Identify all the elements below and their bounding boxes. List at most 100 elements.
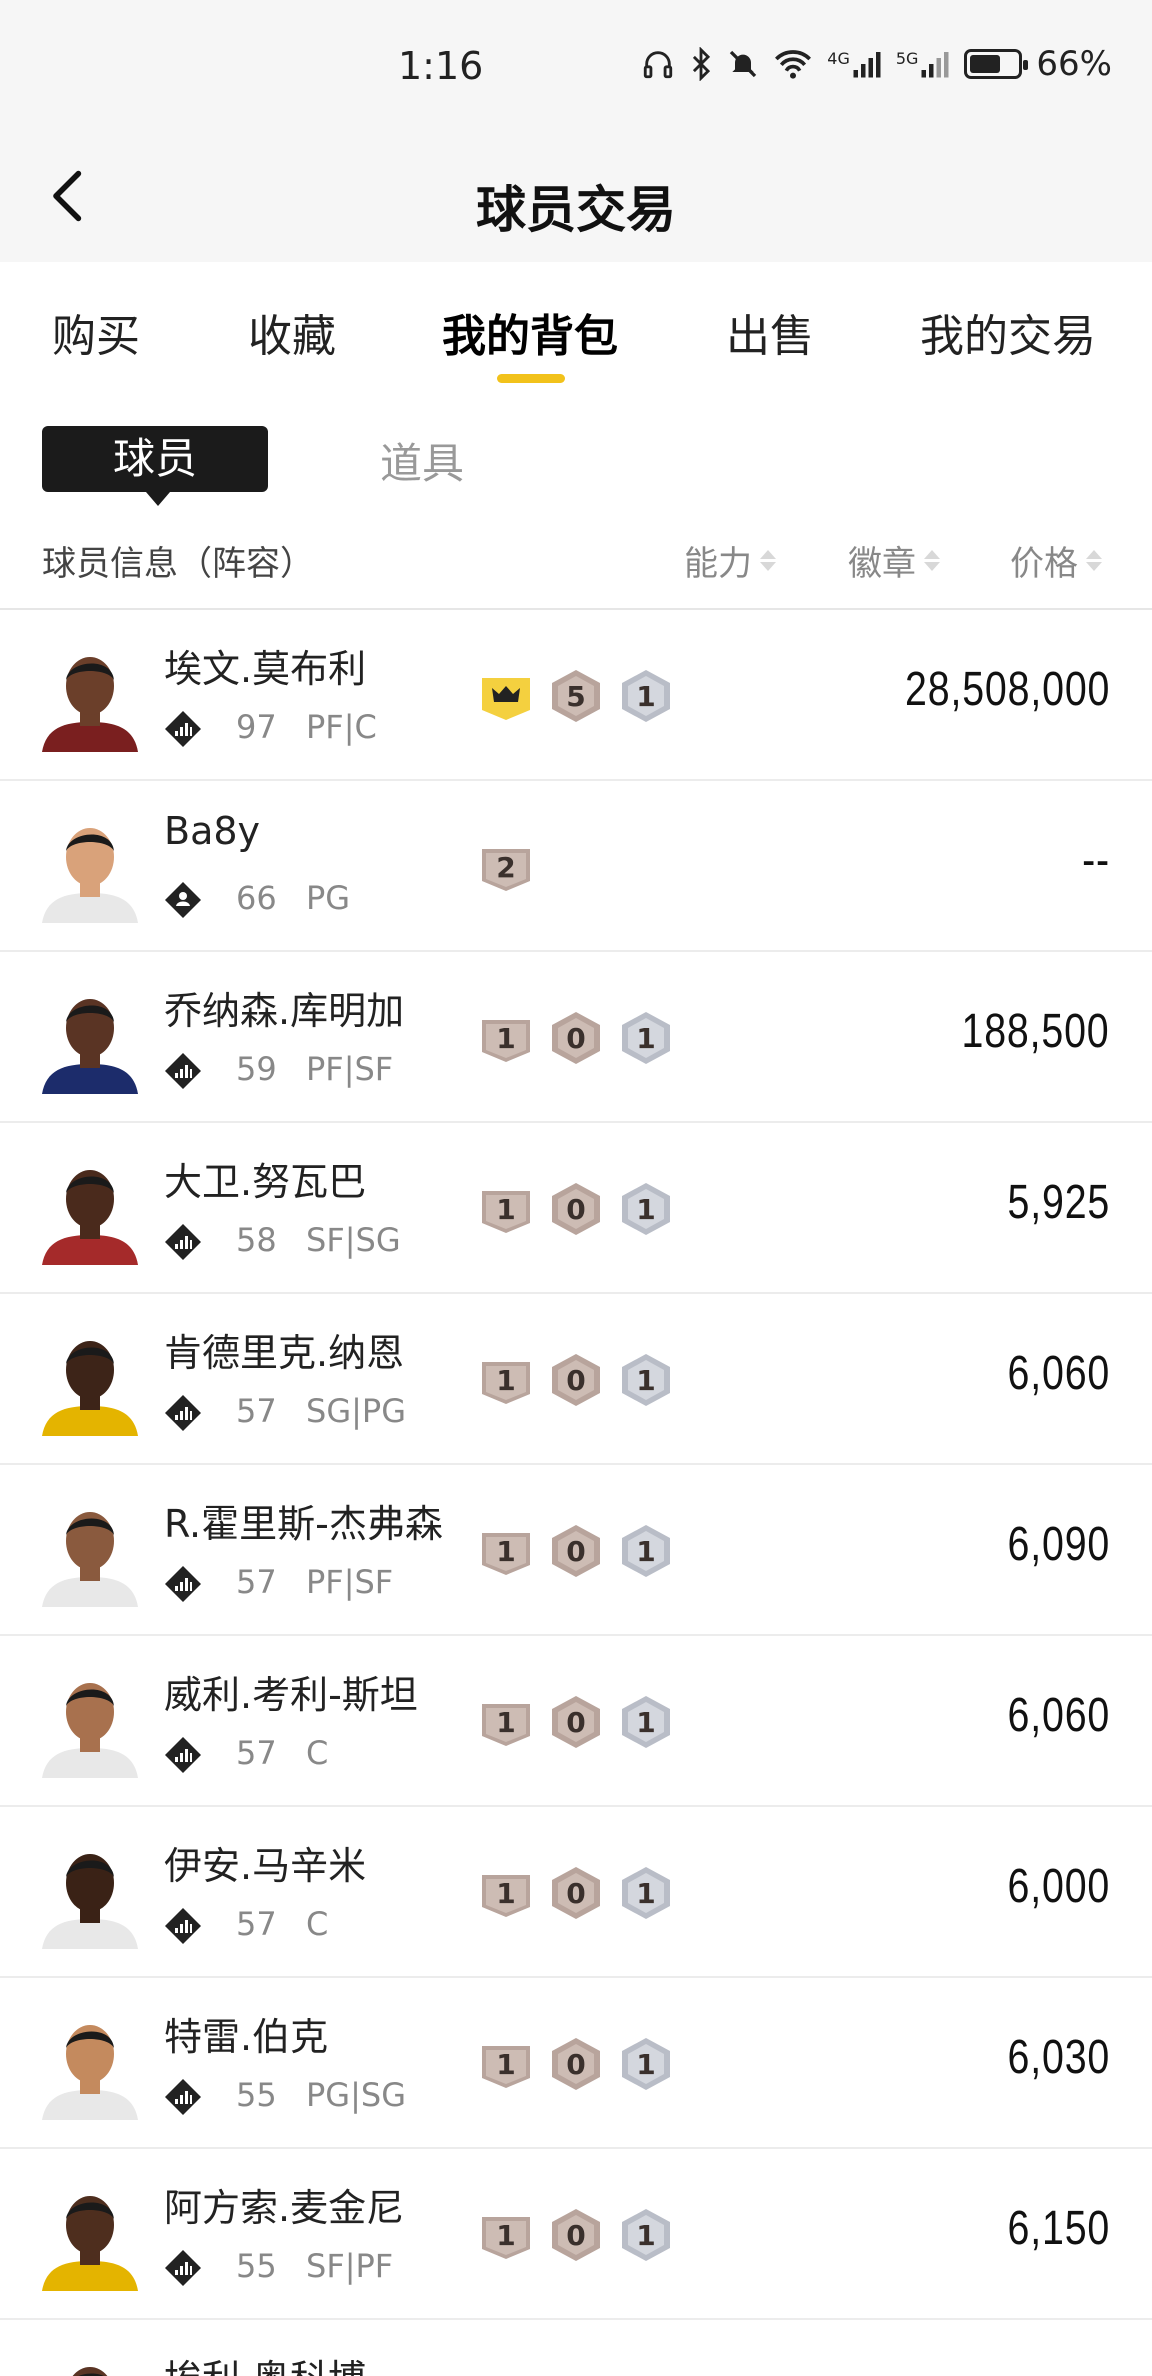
segment-player[interactable]: 球员	[42, 426, 268, 506]
diamond-bars-icon	[164, 1223, 202, 1261]
sort-arrows-icon	[1086, 550, 1102, 571]
segment-item[interactable]: 道具	[380, 430, 464, 491]
player-price: 6,090	[1007, 1518, 1110, 1571]
silver-hexagon-badge-icon: 1	[618, 2034, 674, 2094]
tab-my-backpack[interactable]: 我的背包	[442, 300, 618, 364]
player-row[interactable]: 威利.考利-斯坦 57 C 1 0 1 6,060	[0, 1636, 1152, 1807]
player-price: 6,060	[1007, 1689, 1110, 1742]
diamond-bars-icon	[164, 2249, 202, 2287]
player-rating: 66	[236, 879, 277, 917]
player-position: SF|PF	[306, 2247, 394, 2285]
badge-count: 1	[496, 1364, 516, 1397]
badge-count: 5	[566, 680, 586, 713]
silver-hexagon-badge-icon: 1	[618, 1008, 674, 1068]
badge-count: 2	[496, 851, 516, 884]
player-row[interactable]: 肯德里克.纳恩 57 SG|PG 1 0 1 6,060	[0, 1294, 1152, 1465]
badge-count: 1	[636, 1193, 656, 1226]
player-name: 特雷.伯克	[164, 2015, 329, 2059]
diamond-bars-icon	[164, 710, 202, 748]
player-row[interactable]: 伊安.马辛米 57 C 1 0 1 6,000	[0, 1807, 1152, 1978]
player-price: 5,925	[1007, 1176, 1110, 1229]
shield-badge-icon: 1	[478, 2205, 534, 2265]
player-row[interactable]: 埃文.莫布利 97 PF|C 5 1 28,508,000	[0, 610, 1152, 781]
bronze-hexagon-badge-icon: 0	[548, 1521, 604, 1581]
badge-count: 1	[496, 1535, 516, 1568]
player-name: R.霍里斯-杰弗森	[164, 1502, 443, 1546]
player-row[interactable]: Ba8y 66 PG 2 --	[0, 781, 1152, 952]
silver-hexagon-badge-icon: 1	[618, 1350, 674, 1410]
player-position: PF|SF	[306, 1050, 394, 1088]
player-avatar	[42, 1672, 138, 1778]
badge-group: 1 0 1	[478, 2205, 674, 2265]
tab-bar: 购买 收藏 我的背包 出售 我的交易	[0, 262, 1152, 402]
badge-count: 0	[566, 2219, 586, 2252]
sort-ability[interactable]: 能力	[684, 536, 776, 585]
diamond-bars-icon	[164, 2078, 202, 2116]
badge-count: 0	[566, 1364, 586, 1397]
player-rating: 59	[236, 1050, 277, 1088]
signal-4g-icon: 4G	[827, 49, 882, 79]
player-name: 阿方索.麦金尼	[164, 2186, 405, 2230]
shield-badge-icon: 1	[478, 2034, 534, 2094]
player-rating: 57	[236, 1905, 277, 1943]
tab-favorites[interactable]: 收藏	[248, 300, 336, 364]
badge-count: 0	[566, 1706, 586, 1739]
tab-sell[interactable]: 出售	[726, 300, 814, 364]
player-row[interactable]: 埃利.奥科博	[0, 2320, 1152, 2376]
tab-my-trades[interactable]: 我的交易	[920, 300, 1096, 364]
player-rating: 55	[236, 2076, 277, 2114]
player-row[interactable]: 大卫.努瓦巴 58 SF|SG 1 0 1 5,925	[0, 1123, 1152, 1294]
sort-arrows-icon	[760, 550, 776, 571]
player-position: C	[306, 1734, 329, 1772]
sort-arrows-icon	[924, 550, 940, 571]
badge-count: 1	[496, 2048, 516, 2081]
network-5g-label: 5G	[895, 49, 919, 68]
badge-count: 1	[496, 1706, 516, 1739]
badge-group: 51	[478, 666, 674, 726]
diamond-bars-icon	[164, 1052, 202, 1090]
status-icons: 4G 5G 66%	[641, 44, 1112, 84]
player-name: 大卫.努瓦巴	[164, 1160, 367, 1204]
badge-group: 1 0 1	[478, 1350, 674, 1410]
player-row[interactable]: 特雷.伯克 55 PG|SG 1 0 1 6,030	[0, 1978, 1152, 2149]
player-name: 乔纳森.库明加	[164, 989, 405, 1033]
player-name: 埃利.奥科博	[164, 2348, 366, 2376]
clock: 1:16	[398, 44, 484, 88]
tab-buy[interactable]: 购买	[52, 300, 140, 364]
diamond-bars-icon	[164, 1736, 202, 1774]
shield-badge-icon: 1	[478, 1521, 534, 1581]
silver-hexagon-badge-icon: 1	[618, 1179, 674, 1239]
page-title: 球员交易	[476, 181, 676, 239]
sort-price[interactable]: 价格	[1010, 536, 1102, 585]
badge-count: 1	[636, 1706, 656, 1739]
bronze-hexagon-badge-icon: 0	[548, 1179, 604, 1239]
badge-group: 1 0 1	[478, 2034, 674, 2094]
player-row[interactable]: 阿方索.麦金尼 55 SF|PF 1 0 1 6,150	[0, 2149, 1152, 2320]
badge-count: 0	[566, 1877, 586, 1910]
diamond-bars-icon	[164, 1394, 202, 1432]
silver-hexagon-badge-icon: 1	[618, 1521, 674, 1581]
badge-count: 1	[636, 1364, 656, 1397]
badge-group: 1 0 1	[478, 1863, 674, 1923]
signal-5g-icon: 5G	[896, 49, 951, 79]
player-avatar	[42, 817, 138, 923]
player-row[interactable]: R.霍里斯-杰弗森 57 PF|SF 1 0 1 6,090	[0, 1465, 1152, 1636]
player-rating: 58	[236, 1221, 277, 1259]
player-rating: 57	[236, 1563, 277, 1601]
bronze-hexagon-badge-icon: 5	[548, 666, 604, 726]
sort-price-label: 价格	[1010, 544, 1078, 584]
wifi-icon	[775, 50, 812, 79]
badge-count: 1	[496, 1877, 516, 1910]
player-position: C	[306, 1905, 329, 1943]
player-row[interactable]: 乔纳森.库明加 59 PF|SF 1 0 1 188,500	[0, 952, 1152, 1123]
badge-count: 0	[566, 1022, 586, 1055]
bronze-hexagon-badge-icon: 0	[548, 1692, 604, 1752]
shield-badge-icon: 1	[478, 1863, 534, 1923]
status-bar: 1:16 4G 5G 66%	[0, 0, 1152, 130]
badge-count: 1	[496, 1193, 516, 1226]
player-name: 威利.考利-斯坦	[164, 1673, 418, 1717]
column-header: 球员信息（阵容） 能力 徽章 价格	[0, 520, 1152, 610]
sort-badge[interactable]: 徽章	[848, 536, 940, 585]
player-name: 伊安.马辛米	[164, 1844, 367, 1888]
shield-badge-icon: 1	[478, 1350, 534, 1410]
